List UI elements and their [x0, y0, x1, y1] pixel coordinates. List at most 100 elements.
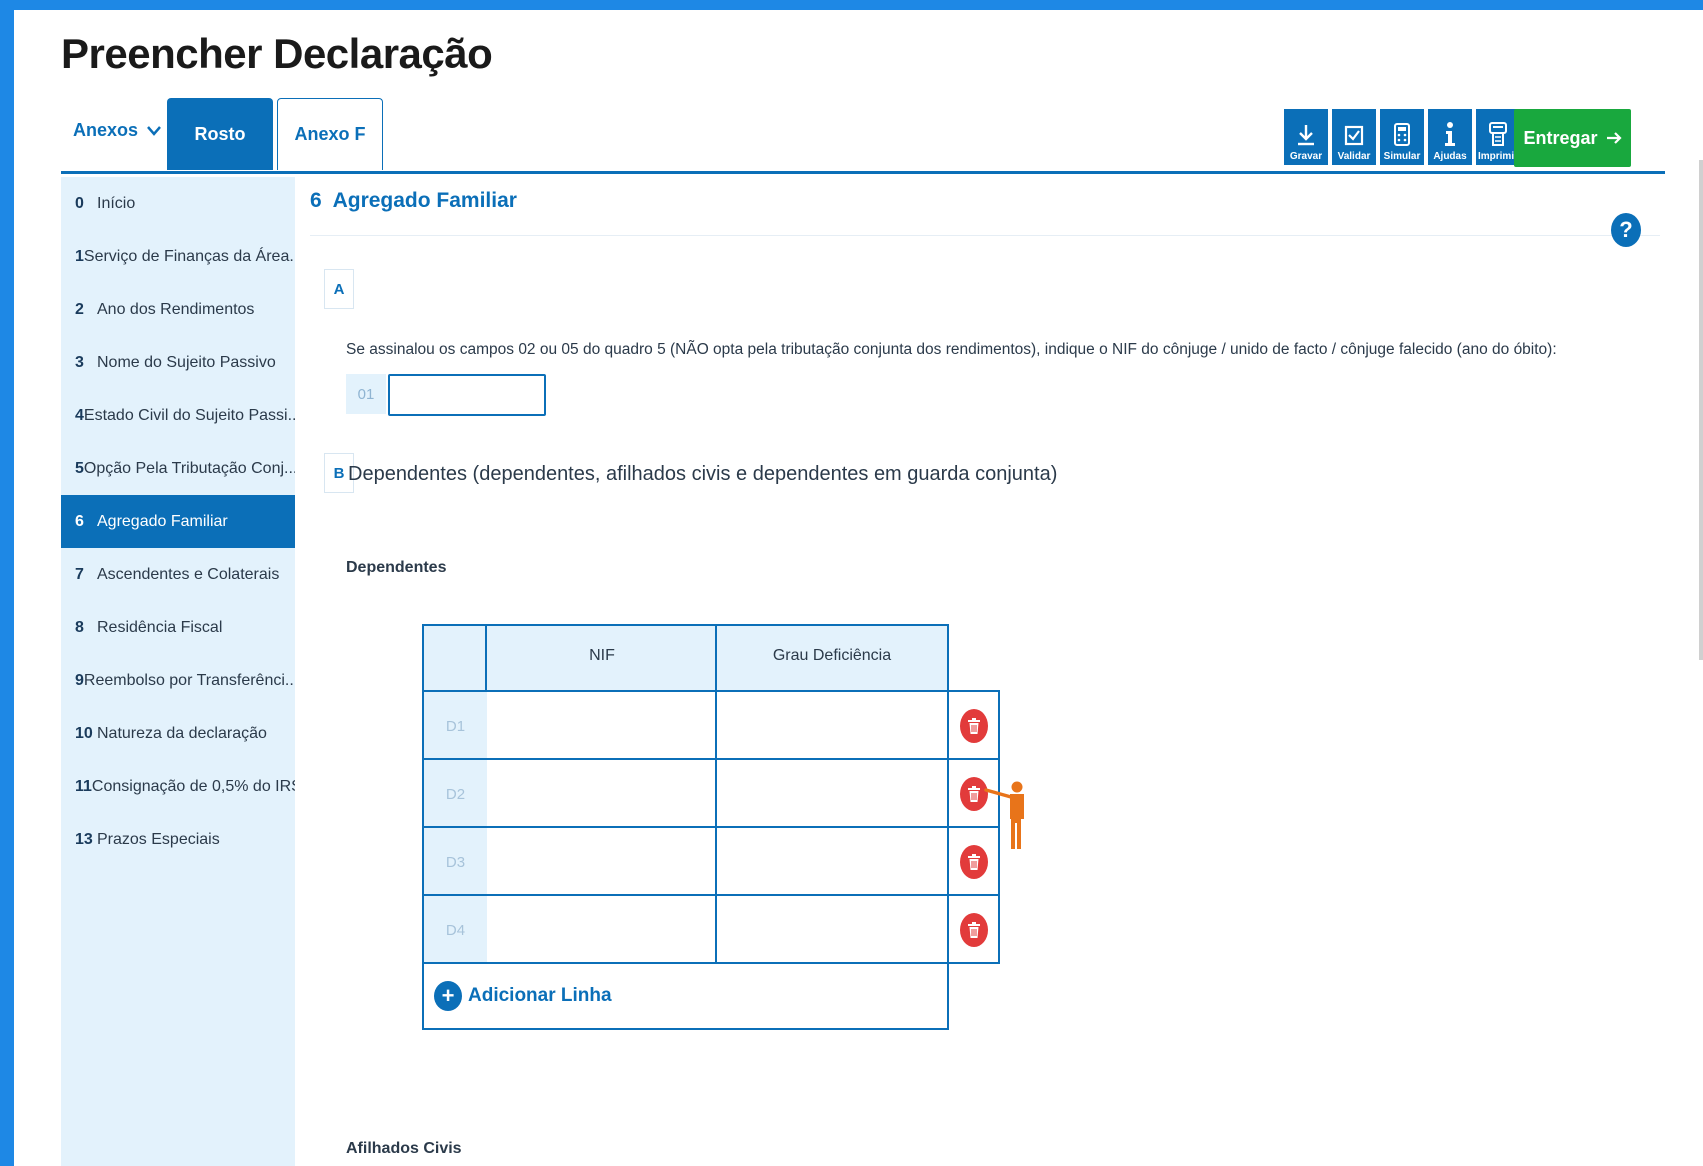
gravar-label: Gravar — [1289, 151, 1323, 162]
sidebar-item-number: 13 — [75, 830, 93, 848]
app-frame: Preencher Declaração Anexos Rosto Anexo … — [14, 10, 1703, 1166]
sidebar-item-number: 8 — [75, 618, 84, 636]
add-row-label: Adicionar Linha — [468, 985, 612, 1006]
sidebar-item-label: Consignação de 0,5% do IRS... — [91, 777, 295, 795]
row-label: D2 — [422, 760, 487, 828]
sidebar-item-number: 7 — [75, 565, 84, 583]
nif-conjuge-input[interactable] — [388, 374, 546, 416]
sidebar-item[interactable]: 13 Prazos Especiais — [61, 813, 295, 866]
sidebar-item-label: Nome do Sujeito Passivo — [97, 353, 276, 371]
plus-icon: + — [434, 981, 462, 1011]
trash-icon — [967, 718, 980, 734]
column-header-grau-deficiencia: Grau Deficiência — [772, 647, 892, 664]
sidebar-item[interactable]: 3 Nome do Sujeito Passivo — [61, 336, 295, 389]
sidebar-item-label: Natureza da declaração — [97, 724, 267, 742]
sidebar-item-label: Agregado Familiar — [97, 512, 228, 530]
sidebar-item[interactable]: 1 Serviço de Finanças da Área... — [61, 230, 295, 283]
tab-anexos-label: Anexos — [73, 120, 139, 140]
quadro-a-letter: A — [324, 269, 354, 309]
sidebar-item-label: Ano dos Rendimentos — [97, 300, 255, 318]
sidebar-item-label: Prazos Especiais — [97, 830, 220, 848]
section-number: 6 — [310, 189, 322, 212]
tab-anexo-f[interactable]: Anexo F — [277, 98, 383, 170]
validar-label: Validar — [1337, 151, 1371, 162]
sidebar-item[interactable]: 11 Consignação de 0,5% do IRS... — [61, 760, 295, 813]
main-content: 6 Agregado Familiar ? A Se assinalou os … — [310, 177, 1670, 1166]
nif-conjuge-label: 01 — [346, 374, 386, 414]
nif-cell-input[interactable] — [487, 760, 715, 828]
calculator-icon — [1394, 123, 1410, 146]
entregar-button[interactable]: Entregar — [1514, 109, 1631, 167]
ajudas-label: Ajudas — [1433, 151, 1467, 162]
grau-deficiencia-cell-input[interactable] — [717, 760, 947, 828]
sidebar-item-label: Estado Civil do Sujeito Passi... — [83, 406, 295, 424]
nif-cell-input[interactable] — [487, 828, 715, 896]
page-title: Preencher Declaração — [61, 30, 493, 77]
ajudas-button[interactable]: Ajudas — [1428, 109, 1472, 165]
sidebar-item[interactable]: 9 Reembolso por Transferênci... — [61, 654, 295, 707]
sidebar-item[interactable]: 8 Residência Fiscal — [61, 601, 295, 654]
grau-deficiencia-cell-input[interactable] — [717, 896, 947, 964]
trash-icon — [967, 922, 980, 938]
delete-row-cell — [949, 896, 998, 964]
pointer-person-icon — [984, 781, 1032, 856]
grau-deficiencia-cell-input[interactable] — [717, 828, 947, 896]
sidebar-item[interactable]: 5 Opção Pela Tributação Conj... — [61, 442, 295, 495]
sidebar-item-label: Ascendentes e Colaterais — [97, 565, 280, 583]
simular-button[interactable]: Simular — [1380, 109, 1424, 165]
sidebar-item-number: 0 — [75, 194, 84, 212]
row-divider — [947, 690, 1000, 692]
table-row: D4 — [422, 896, 998, 964]
sidebar: 0 Início 1 Serviço de Finanças da Área... 2 A… — [61, 177, 295, 1166]
checkbox-icon — [1344, 125, 1364, 146]
chevron-down-icon — [147, 120, 161, 141]
dependentes-label: Dependentes — [346, 559, 447, 576]
sidebar-item[interactable]: 2 Ano dos Rendimentos — [61, 283, 295, 336]
sidebar-item-label: Opção Pela Tributação Conj... — [83, 459, 295, 477]
add-row-button[interactable]: + Adicionar Linha — [422, 964, 949, 1030]
tab-underline — [61, 171, 1665, 174]
trash-icon — [967, 786, 980, 802]
sidebar-item[interactable]: 10 Natureza da declaração — [61, 707, 295, 760]
sidebar-item-number: 1 — [75, 247, 84, 265]
nif-cell-input[interactable] — [487, 896, 715, 964]
nif-cell-input[interactable] — [487, 692, 715, 760]
printer-icon — [1489, 122, 1507, 146]
quadro-b-title: Dependentes (dependentes, afilhados civi… — [348, 463, 1058, 485]
info-icon — [1445, 122, 1455, 146]
arrow-right-icon — [1606, 132, 1622, 144]
row-divider — [422, 962, 1000, 964]
sidebar-item[interactable]: 6 Agregado Familiar — [61, 495, 295, 548]
help-icon[interactable]: ? — [1611, 213, 1641, 247]
sidebar-item-number: 9 — [75, 671, 84, 689]
toolbar: Gravar Validar Simular Ajudas Imprimir — [1284, 109, 1520, 165]
validar-button[interactable]: Validar — [1332, 109, 1376, 165]
entregar-label: Entregar — [1523, 127, 1598, 148]
sidebar-item[interactable]: 7 Ascendentes e Colaterais — [61, 548, 295, 601]
tab-anexos-dropdown[interactable]: Anexos — [61, 120, 173, 141]
delete-row-button[interactable] — [959, 709, 988, 743]
sidebar-item-number: 6 — [75, 512, 84, 530]
tab-rosto[interactable]: Rosto — [167, 98, 273, 170]
sidebar-item-label: Serviço de Finanças da Área... — [83, 247, 295, 265]
scrollbar[interactable] — [1699, 160, 1703, 660]
delete-row-cell — [949, 692, 998, 760]
sidebar-item-label: Início — [97, 194, 136, 212]
sidebar-item[interactable]: 4 Estado Civil do Sujeito Passi... — [61, 389, 295, 442]
sidebar-item[interactable]: 0 Início — [61, 177, 295, 230]
table-row: D3 — [422, 828, 998, 896]
delete-row-button[interactable] — [959, 913, 988, 947]
column-header-nif: NIF — [589, 647, 615, 664]
sidebar-item-label: Residência Fiscal — [97, 618, 223, 636]
gravar-button[interactable]: Gravar — [1284, 109, 1328, 165]
quadro-a-instruction: Se assinalou os campos 02 ou 05 do quadr… — [346, 341, 1557, 358]
sidebar-item-number: 3 — [75, 353, 84, 371]
sidebar-item-number: 5 — [75, 459, 84, 477]
section-title-text: Agregado Familiar — [332, 189, 517, 212]
sidebar-item-number: 2 — [75, 300, 84, 318]
section-title: 6 Agregado Familiar — [310, 189, 517, 213]
section-divider — [310, 235, 1660, 236]
grau-deficiencia-cell-input[interactable] — [717, 692, 947, 760]
simular-label: Simular — [1383, 151, 1421, 162]
sidebar-item-label: Reembolso por Transferênci... — [83, 671, 295, 689]
